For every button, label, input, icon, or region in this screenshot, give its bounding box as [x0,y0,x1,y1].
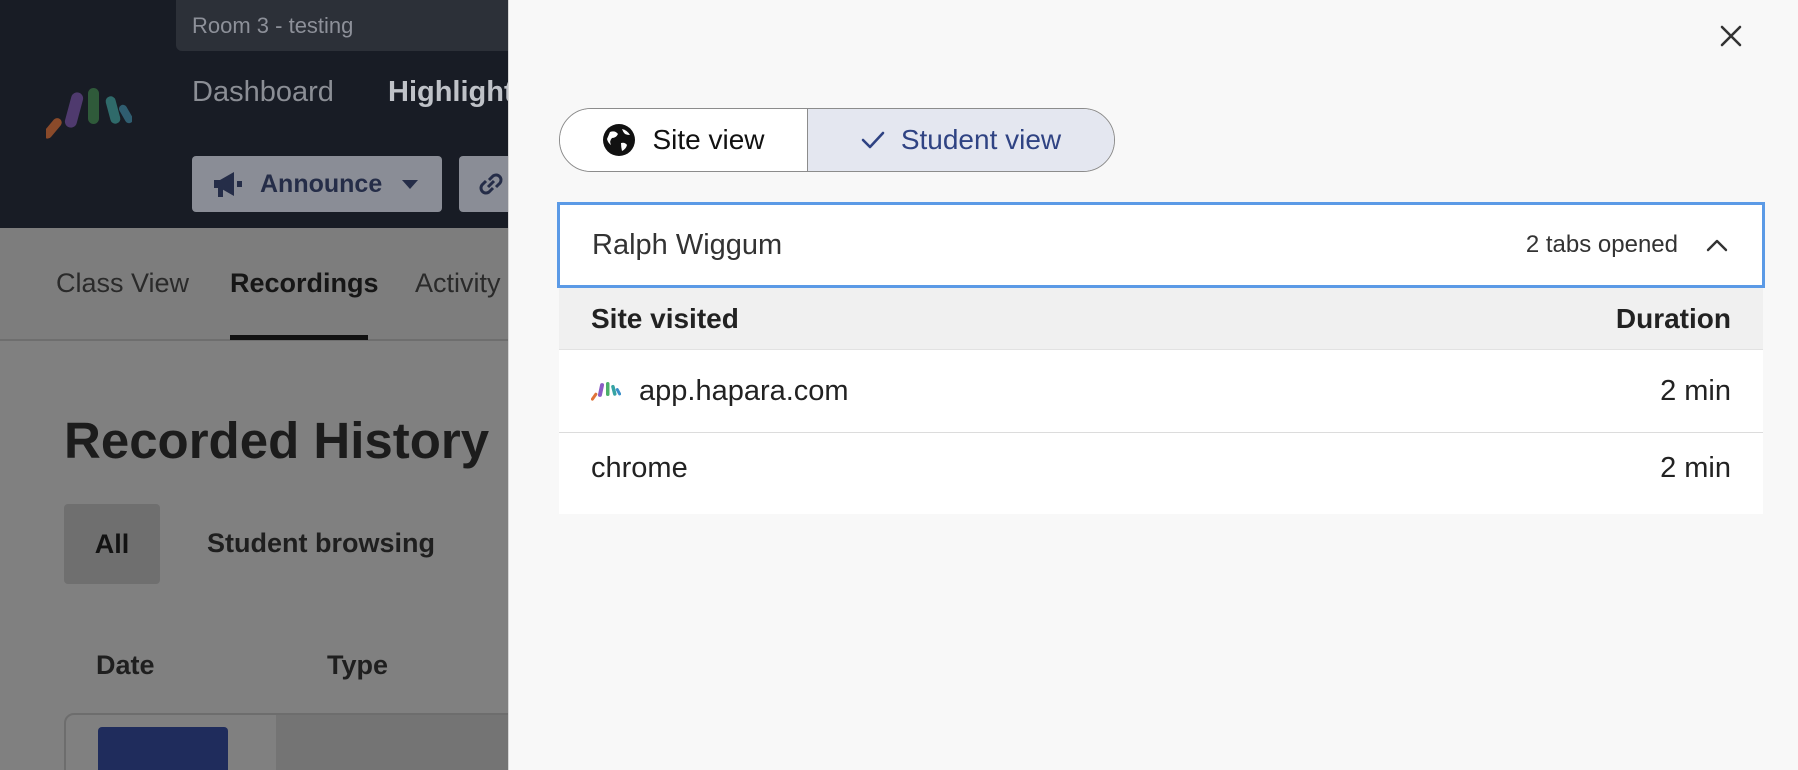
globe-icon [602,123,636,157]
tab-class-view[interactable]: Class View [56,268,189,299]
room-title[interactable]: Room 3 - testing [176,0,510,51]
tab-recordings[interactable]: Recordings [230,268,379,299]
table-row: chrome 2 min [559,433,1763,503]
site-name: app.hapara.com [639,374,849,407]
column-header-date: Date [96,650,155,680]
checkmark-icon [861,130,885,150]
link-button[interactable] [459,156,510,212]
column-header-type: Type [327,650,389,680]
background-app: Room 3 - testing Dashboard Highlights An… [0,0,510,770]
student-accordion-header[interactable]: Ralph Wiggum 2 tabs opened [557,202,1765,288]
link-icon [479,173,503,195]
recording-card[interactable] [64,713,510,770]
filter-student-browsing-button[interactable]: Student browsing [207,528,435,559]
site-name: chrome [591,451,688,484]
hapara-logo-icon [591,382,621,401]
app-header: Room 3 - testing Dashboard Highlights An… [0,0,510,228]
filter-all-button[interactable]: All [64,504,160,584]
site-duration: 2 min [1660,374,1731,407]
table-header: Site visited Duration [559,288,1763,350]
column-header-duration: Duration [1615,302,1731,334]
student-view-label: Student view [900,124,1062,155]
view-tabs: Class View Recordings Activity [0,228,510,341]
megaphone-icon [214,172,242,197]
announce-label: Announce [260,169,383,198]
close-icon[interactable] [1713,18,1749,54]
date-badge [98,727,228,770]
sites-visited-table: Site visited Duration app.hapara.com 2 m… [559,288,1763,514]
site-view-button[interactable]: Site view [560,109,808,171]
tabs-opened-count: 2 tabs opened [1525,231,1678,258]
page-title: Recorded History [64,412,490,469]
table-row: app.hapara.com 2 min [559,350,1763,433]
student-view-button[interactable]: Student view [808,109,1114,171]
type-cell [276,715,510,770]
column-header-site: Site visited [591,302,739,334]
view-toggle: Site view Student view [559,108,1115,172]
student-name: Ralph Wiggum [592,228,783,261]
recordings-content: Recorded History All Student browsing Da… [0,341,510,770]
chevron-up-icon[interactable] [1704,235,1730,255]
active-tab-indicator [230,335,368,340]
site-duration: 2 min [1660,451,1731,484]
announce-button[interactable]: Announce [192,156,442,212]
browsing-detail-panel: Site view Student view Ralph Wiggum 2 ta… [508,0,1798,770]
hapara-logo-icon [46,88,132,139]
chevron-down-icon [402,179,419,189]
tab-activity[interactable]: Activity [415,268,501,299]
nav-highlights[interactable]: Highlights [388,76,510,109]
site-view-label: Site view [652,124,765,155]
nav-dashboard[interactable]: Dashboard [192,76,334,109]
